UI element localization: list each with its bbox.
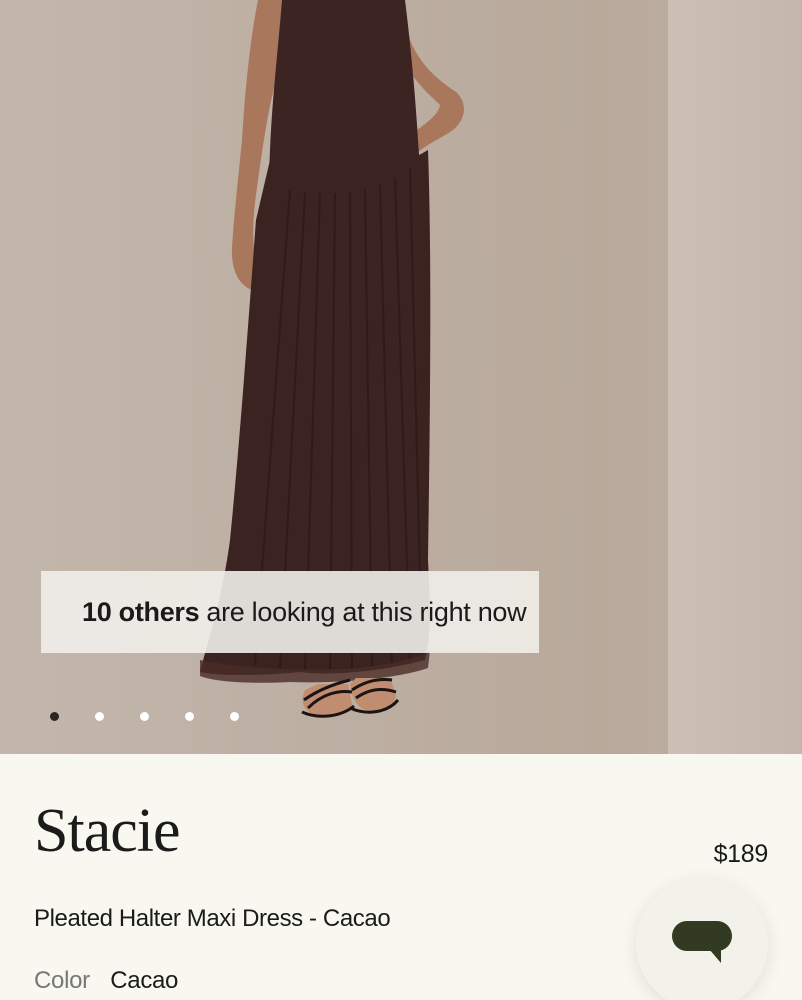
viewers-banner: 10 others are looking at this right now [41,571,539,653]
gallery-dot-5[interactable] [230,712,239,721]
viewers-count: 10 others [82,596,200,627]
color-label: Color [34,967,90,994]
color-value: Cacao [110,967,179,994]
color-selector: Color Cacao [34,967,178,995]
gallery-dot-3[interactable] [140,712,149,721]
product-subtitle: Pleated Halter Maxi Dress - Cacao [34,905,391,932]
viewers-text: are looking at this right now [206,596,527,627]
chat-button[interactable] [636,878,768,1000]
product-page: 10 others are looking at this right now … [0,0,802,1000]
gallery-dot-2[interactable] [95,712,104,721]
chat-bubble-icon [672,921,732,963]
gallery-dot-4[interactable] [185,712,194,721]
product-image-gallery[interactable]: 10 others are looking at this right now [0,0,802,754]
product-price: $189 [713,840,769,868]
gallery-pagination [50,712,239,721]
gallery-dot-1[interactable] [50,712,59,721]
product-title: Stacie [34,797,180,865]
